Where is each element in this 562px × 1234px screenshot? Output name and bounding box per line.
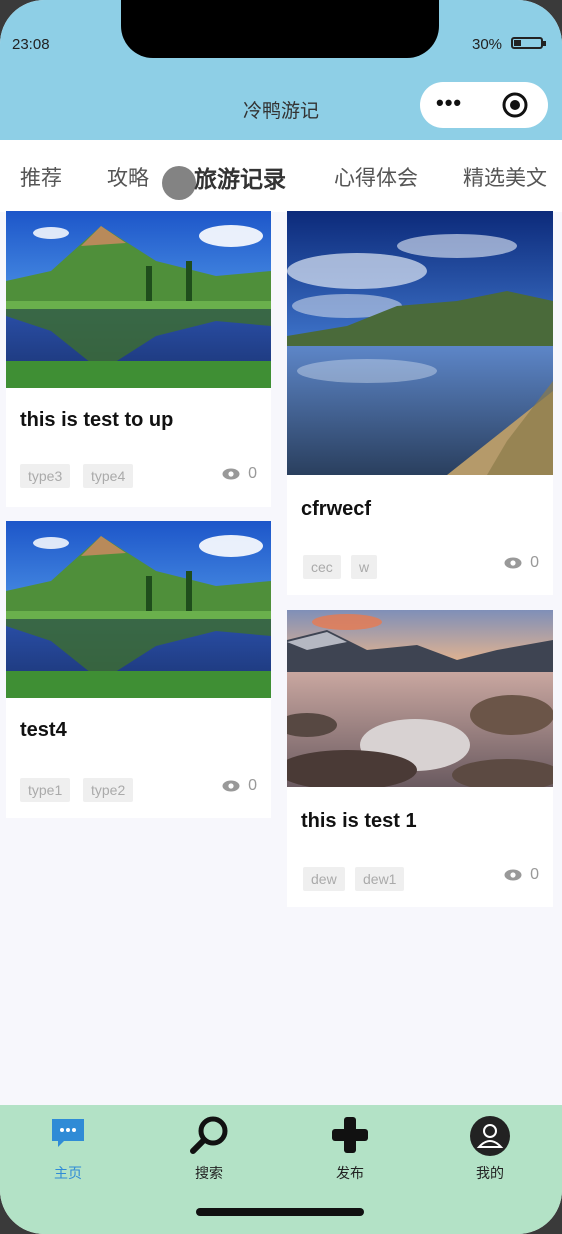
post-title: test4 — [20, 719, 67, 741]
view-count: 0 — [222, 777, 257, 795]
post-card[interactable]: test4 type1 type2 0 — [6, 521, 271, 818]
battery-icon — [511, 37, 546, 49]
close-target-icon[interactable] — [502, 92, 528, 118]
home-indicator — [196, 1208, 364, 1216]
status-bar: 23:08 30% — [0, 0, 562, 76]
post-card[interactable]: this is test 1 dew dew1 0 — [287, 610, 553, 907]
post-tag: cec — [303, 555, 341, 579]
notch — [121, 0, 439, 58]
post-tag: type1 — [20, 778, 71, 802]
touch-indicator — [162, 166, 196, 200]
post-tag: dew1 — [355, 867, 405, 891]
tab-experience[interactable]: 心得体会 — [334, 162, 418, 192]
tab-featured[interactable]: 精选美文 — [463, 162, 547, 192]
post-title: this is test to up — [20, 409, 174, 431]
bottom-tab-search[interactable]: 搜索 — [169, 1115, 249, 1181]
tab-recommend[interactable]: 推荐 — [20, 162, 62, 192]
post-card[interactable]: this is test to up type3 type4 0 — [6, 211, 271, 507]
tab-guide[interactable]: 攻略 — [107, 162, 149, 192]
post-tag: w — [351, 555, 378, 579]
post-tag: type3 — [20, 464, 71, 488]
post-image — [287, 610, 553, 787]
eye-icon — [222, 468, 240, 480]
view-count-value: 0 — [530, 866, 539, 883]
post-tag: type4 — [83, 464, 134, 488]
post-image — [287, 211, 553, 475]
eye-icon — [504, 557, 522, 569]
tab-travel-records[interactable]: 旅游记录 — [194, 160, 286, 194]
post-tag: type2 — [83, 778, 134, 802]
post-title: cfrwecf — [301, 498, 372, 520]
user-icon — [470, 1116, 510, 1156]
view-count: 0 — [504, 866, 539, 884]
bottom-tab-profile[interactable]: 我的 — [450, 1115, 530, 1181]
view-count-value: 0 — [248, 465, 257, 482]
bottom-tab-publish[interactable]: 发布 — [310, 1115, 390, 1181]
view-count: 0 — [222, 465, 257, 483]
bottom-tab-label: 发布 — [336, 1165, 364, 1181]
post-tag: dew — [303, 867, 345, 891]
bottom-tab-label: 搜索 — [195, 1165, 223, 1181]
mini-program-capsule: ••• — [420, 82, 548, 128]
phone-screen: 23:08 30% 冷鸭游记 ••• 推荐 攻略 旅游记录 心得体会 精选美文 — [0, 0, 562, 1234]
view-count: 0 — [504, 554, 539, 572]
post-image — [6, 521, 271, 698]
category-tabs: 推荐 攻略 旅游记录 心得体会 精选美文 — [0, 140, 562, 212]
eye-icon — [222, 780, 240, 792]
status-time: 23:08 — [12, 36, 50, 53]
bottom-tab-label: 我的 — [476, 1165, 504, 1181]
bottom-tab-label: 主页 — [54, 1165, 82, 1181]
chat-bubble-icon — [52, 1119, 84, 1147]
view-count-value: 0 — [530, 554, 539, 571]
post-image — [6, 211, 271, 388]
post-title: this is test 1 — [301, 810, 417, 832]
plus-icon — [332, 1117, 368, 1153]
view-count-value: 0 — [248, 777, 257, 794]
battery-percent: 30% — [472, 36, 503, 53]
post-card[interactable]: cfrwecf cec w 0 — [287, 211, 553, 595]
eye-icon — [504, 869, 522, 881]
more-icon[interactable]: ••• — [436, 92, 462, 114]
search-icon — [190, 1116, 228, 1154]
bottom-tab-home[interactable]: 主页 — [28, 1115, 108, 1181]
